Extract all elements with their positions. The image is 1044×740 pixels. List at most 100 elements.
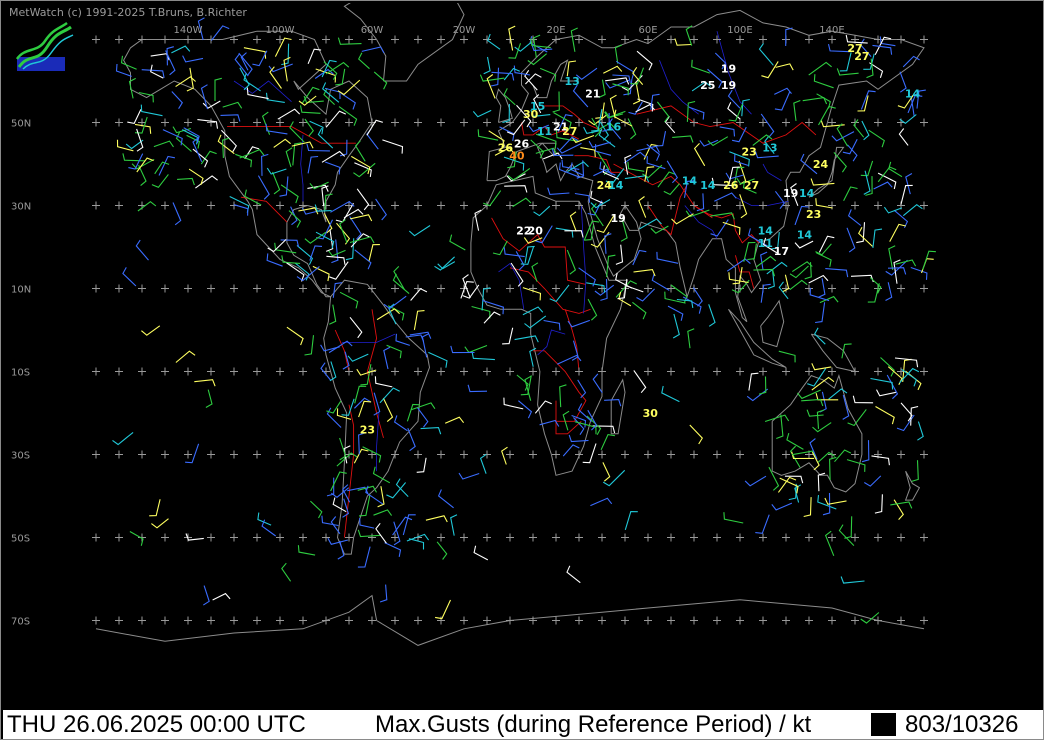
wind-barb: [836, 123, 849, 147]
wind-barb: [479, 453, 487, 474]
indonesia-coast: [728, 308, 787, 368]
gust-value-label: 19: [610, 212, 625, 225]
wind-barb: [222, 137, 230, 159]
river-line-0: [300, 134, 304, 210]
grid-cross: [414, 118, 422, 127]
wind-barb: [744, 475, 767, 487]
wind-barb: [860, 160, 874, 177]
wind-barb: [354, 385, 367, 404]
wind-barb: [547, 187, 570, 195]
grid-cross: [460, 533, 468, 542]
wind-barb: [820, 119, 845, 128]
madagascar-coast: [610, 378, 626, 435]
grid-cross: [690, 616, 698, 625]
grid-cross: [92, 118, 100, 127]
wind-barb: [847, 209, 862, 226]
wind-barb: [567, 161, 589, 172]
wind-barb: [501, 446, 508, 465]
wind-barb: [764, 414, 790, 423]
wind-barb: [177, 177, 195, 186]
wind-barb: [268, 63, 293, 73]
grid-cross: [506, 367, 514, 376]
grid-cross: [115, 450, 123, 459]
gust-value-label: 13: [762, 141, 777, 154]
wind-barb: [435, 599, 451, 620]
grid-cross: [736, 367, 744, 376]
grid-cross: [736, 35, 744, 44]
wind-barb: [340, 92, 356, 110]
grid-cross: [713, 201, 721, 210]
wind-barb: [307, 184, 329, 192]
wind-barb: [116, 139, 134, 152]
latitude-label: 30S: [11, 451, 30, 462]
wind-barb: [188, 168, 204, 186]
grid-cross: [483, 533, 491, 542]
wind-barb: [815, 302, 826, 324]
grid-cross: [207, 118, 215, 127]
grid-cross: [276, 201, 284, 210]
wind-barb: [785, 27, 793, 47]
grid-cross: [276, 450, 284, 459]
wind-barb: [825, 268, 849, 278]
wind-barb: [816, 252, 832, 267]
wind-barb: [261, 153, 269, 176]
wind-barb: [595, 102, 605, 119]
grid-cross: [345, 284, 353, 293]
grid-cross: [115, 616, 123, 625]
border-line-4: [334, 329, 350, 372]
gust-value-label: 26: [723, 179, 739, 192]
grid-cross: [920, 450, 928, 459]
grid-cross: [161, 616, 169, 625]
wind-barb: [875, 406, 895, 425]
wind-barb: [383, 295, 407, 310]
grid-cross: [207, 284, 215, 293]
wind-barb: [567, 319, 590, 328]
grid-cross: [276, 367, 284, 376]
wind-barb: [719, 126, 736, 137]
river-line-5: [537, 329, 566, 356]
grid-cross: [161, 533, 169, 542]
wind-barb: [539, 67, 557, 82]
wind-barb: [602, 469, 626, 487]
grid-cross: [828, 616, 836, 625]
grid-cross: [161, 201, 169, 210]
grid-cross: [460, 616, 468, 625]
grid-cross: [644, 118, 652, 127]
wind-barb: [437, 489, 454, 509]
world-map: 140W 100W 60W 20W 20E 60E 100E 140E 50N 30N 10N 10…: [11, 3, 936, 646]
grid-cross: [713, 284, 721, 293]
wind-barb: [244, 189, 262, 206]
wind-barb: [632, 301, 647, 320]
wind-barb: [325, 61, 350, 75]
wind-barb: [330, 200, 355, 213]
wind-barb: [615, 244, 624, 265]
gust-values: 27271925 191321 1415302111 27 16262640 23 1324…: [360, 42, 921, 437]
gust-value-label: 14: [799, 187, 815, 200]
grid-cross: [920, 367, 928, 376]
wind-barb: [238, 52, 253, 76]
wind-barb: [383, 346, 391, 370]
grid-cross: [207, 367, 215, 376]
gust-value-label: 40: [509, 150, 525, 163]
wind-barb: [559, 384, 567, 408]
grid-cross: [621, 533, 629, 542]
wind-barb: [672, 313, 680, 339]
grid-cross: [874, 367, 882, 376]
wind-barb: [549, 284, 570, 303]
grid-cross: [414, 450, 422, 459]
grid-cross: [713, 450, 721, 459]
wind-barb: [819, 295, 839, 304]
wind-barb: [326, 400, 342, 414]
wind-barb: [809, 287, 830, 302]
new-zealand-coast: [904, 470, 921, 501]
wind-barb: [382, 397, 394, 423]
grid-cross: [759, 201, 767, 210]
status-count: 803/10326: [905, 711, 1019, 738]
wind-barb: [288, 210, 302, 228]
grid-cross: [782, 450, 790, 459]
wind-barb: [874, 494, 883, 514]
wind-barb: [588, 114, 607, 126]
wind-barb: [896, 414, 915, 432]
wind-barb: [413, 310, 425, 330]
wind-barb: [342, 351, 350, 370]
